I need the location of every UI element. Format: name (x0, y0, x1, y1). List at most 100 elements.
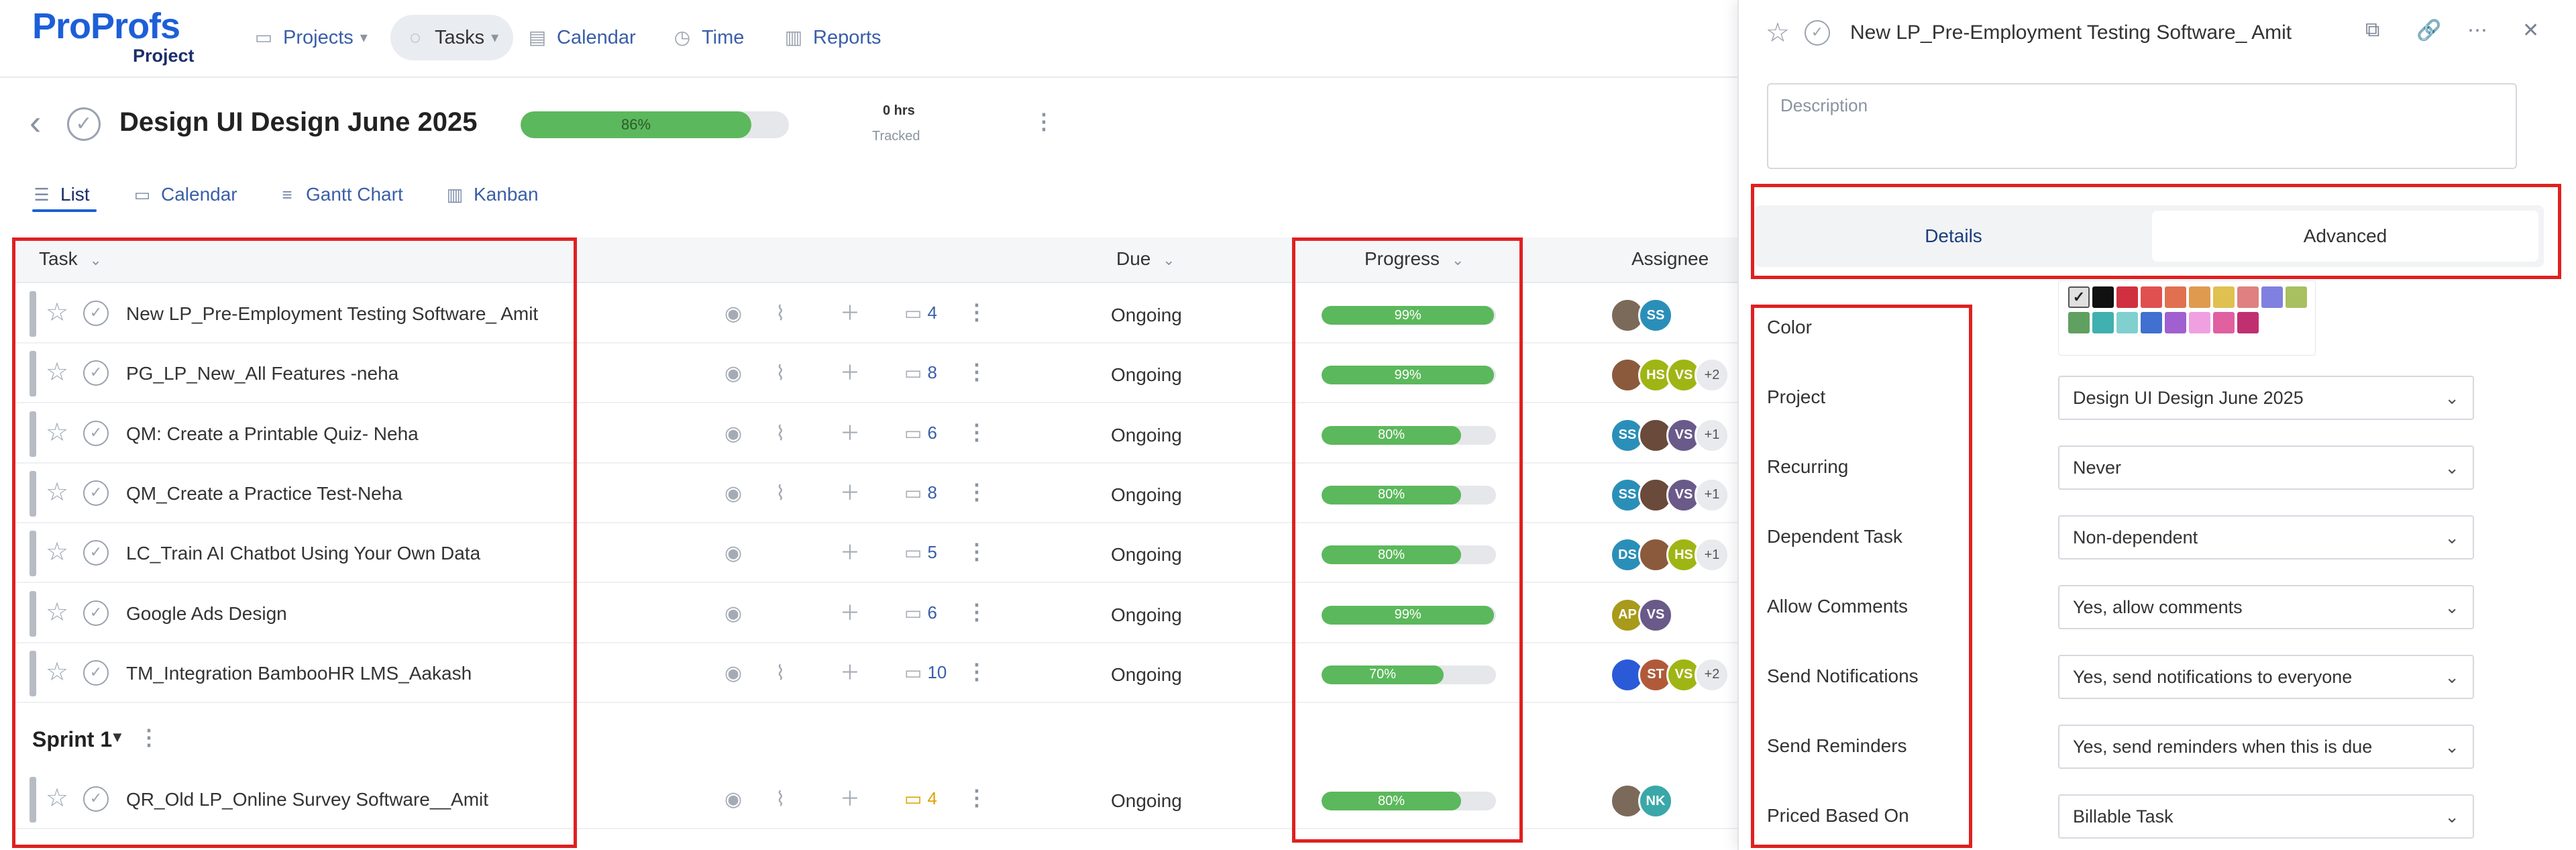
project-more-icon[interactable]: ⋮ (1033, 109, 1055, 134)
paperclip-icon[interactable]: ⌇ (775, 660, 786, 687)
tab-calendar[interactable]: ▭ Calendar (133, 180, 237, 209)
assignee-avatars[interactable]: NK (1610, 784, 1673, 818)
caret-down-icon[interactable]: ▼ (110, 729, 125, 746)
complete-task-check-icon[interactable]: ✓ (83, 301, 109, 326)
description-field[interactable]: Description (1767, 83, 2517, 169)
complete-task-check-icon[interactable]: ✓ (83, 360, 109, 386)
paperclip-icon[interactable]: ⌇ (775, 301, 786, 327)
project-complete-check-icon[interactable]: ✓ (67, 107, 101, 141)
color-swatch[interactable] (2068, 312, 2090, 333)
assignee-avatars[interactable]: SS VS +1 (1610, 417, 1729, 453)
color-swatch[interactable] (2189, 286, 2210, 308)
assignee-avatars[interactable]: AP VS (1610, 597, 1673, 633)
row-more-icon[interactable]: ⋮ (966, 419, 987, 445)
drag-handle[interactable] (30, 531, 36, 577)
drag-handle[interactable] (30, 470, 36, 517)
table-row[interactable]: ☆ ✓ LC_Train AI Chatbot Using Your Own D… (13, 524, 1744, 584)
avatar[interactable]: NK (1638, 784, 1673, 818)
drag-handle[interactable] (30, 590, 36, 637)
color-swatch[interactable] (2213, 286, 2235, 308)
add-subtask-icon[interactable]: ＋ (840, 360, 860, 387)
tab-list[interactable]: ☰ List (32, 180, 89, 209)
column-header-task[interactable]: Task ⌄ (39, 248, 102, 270)
more-assignees-badge[interactable]: +1 (1695, 477, 1729, 513)
row-more-icon[interactable]: ⋮ (966, 299, 987, 325)
tab-details[interactable]: Details (1760, 211, 2147, 262)
complete-task-check-icon[interactable]: ✓ (83, 420, 109, 446)
tab-gantt-chart[interactable]: ≡ Gantt Chart (278, 180, 402, 209)
star-icon[interactable]: ☆ (1766, 17, 1790, 48)
color-swatch[interactable] (2165, 286, 2186, 308)
color-swatch[interactable] (2116, 312, 2138, 333)
avatar[interactable]: VS (1638, 597, 1673, 633)
paperclip-icon[interactable]: ⌇ (775, 360, 786, 387)
star-icon[interactable]: ☆ (46, 599, 68, 626)
color-swatch[interactable] (2141, 312, 2162, 333)
dependent-task-select[interactable]: Non-dependent ⌄ (2058, 515, 2474, 560)
star-icon[interactable]: ☆ (46, 539, 68, 566)
color-swatch[interactable] (2213, 312, 2235, 333)
star-icon[interactable]: ☆ (46, 419, 68, 446)
drag-handle[interactable] (30, 650, 36, 696)
color-swatch[interactable] (2116, 286, 2138, 308)
recurring-select[interactable]: Never ⌄ (2058, 445, 2474, 490)
tab-kanban[interactable]: ▥ Kanban (445, 180, 539, 209)
color-swatch-selected[interactable]: ✓ (2068, 286, 2090, 308)
eye-icon[interactable]: ◉ (724, 360, 742, 387)
task-name[interactable]: Google Ads Design (126, 603, 287, 625)
task-name[interactable]: QM_Create a Practice Test-Neha (126, 483, 402, 504)
assignee-avatars[interactable]: HS VS +2 (1610, 358, 1729, 393)
column-header-due[interactable]: Due ⌄ (1116, 248, 1175, 270)
sprint-group-header[interactable]: Sprint 1 ▼ ⋮ (13, 708, 1744, 770)
color-swatch[interactable] (2165, 312, 2186, 333)
tab-advanced[interactable]: Advanced (2152, 211, 2538, 262)
task-name[interactable]: QR_Old LP_Online Survey Software__Amit (126, 789, 488, 810)
drag-handle[interactable] (30, 777, 36, 822)
eye-icon[interactable]: ◉ (724, 540, 742, 567)
column-header-progress[interactable]: Progress ⌄ (1364, 248, 1464, 270)
panel-task-title[interactable]: New LP_Pre-Employment Testing Software_ … (1850, 21, 2292, 44)
assignee-avatars[interactable]: ST VS +2 (1610, 657, 1729, 692)
add-subtask-icon[interactable]: ＋ (840, 786, 860, 813)
color-swatch[interactable] (2237, 312, 2259, 333)
more-assignees-badge[interactable]: +2 (1695, 657, 1729, 692)
star-icon[interactable]: ☆ (46, 785, 68, 812)
comments-count[interactable]: ▭ 4 (904, 302, 937, 324)
task-name[interactable]: PG_LP_New_All Features -neha (126, 363, 398, 384)
color-swatch[interactable] (2141, 286, 2162, 308)
table-row[interactable]: ☆ ✓ QR_Old LP_Online Survey Software__Am… (13, 770, 1744, 829)
nav-time[interactable]: ◷ Time (657, 15, 759, 60)
allow-comments-select[interactable]: Yes, allow comments ⌄ (2058, 585, 2474, 629)
row-more-icon[interactable]: ⋮ (966, 599, 987, 625)
eye-icon[interactable]: ◉ (724, 421, 742, 447)
table-row[interactable]: ☆ ✓ TM_Integration BambooHR LMS_Aakash ◉… (13, 643, 1744, 703)
add-subtask-icon[interactable]: ＋ (840, 600, 860, 627)
color-swatch[interactable] (2189, 312, 2210, 333)
star-icon[interactable]: ☆ (46, 359, 68, 386)
task-name[interactable]: TM_Integration BambooHR LMS_Aakash (126, 663, 472, 684)
eye-icon[interactable]: ◉ (724, 301, 742, 327)
more-assignees-badge[interactable]: +2 (1695, 358, 1729, 393)
close-icon[interactable]: ✕ (2522, 19, 2539, 42)
table-row[interactable]: ☆ ✓ QM: Create a Printable Quiz- Neha ◉ … (13, 404, 1744, 464)
priced-based-on-select[interactable]: Billable Task ⌄ (2058, 794, 2474, 839)
add-subtask-icon[interactable]: ＋ (840, 660, 860, 687)
proprofs-logo[interactable]: ProProfs Project (32, 7, 200, 67)
complete-task-check-icon[interactable]: ✓ (83, 786, 109, 812)
complete-task-check-icon[interactable]: ✓ (83, 540, 109, 566)
table-row[interactable]: ☆ ✓ PG_LP_New_All Features -neha ◉ ⌇ ＋ ▭… (13, 344, 1744, 404)
complete-task-check-icon[interactable]: ✓ (83, 600, 109, 626)
row-more-icon[interactable]: ⋮ (966, 479, 987, 504)
eye-icon[interactable]: ◉ (724, 660, 742, 687)
comments-count[interactable]: ▭ 6 (904, 602, 937, 624)
comments-count[interactable]: ▭ 10 (904, 661, 947, 684)
more-assignees-badge[interactable]: +1 (1695, 537, 1729, 573)
more-assignees-badge[interactable]: +1 (1695, 417, 1729, 453)
color-swatch[interactable] (2092, 312, 2114, 333)
complete-task-check-icon[interactable]: ✓ (1805, 20, 1830, 46)
more-options-icon[interactable]: ⋯ (2467, 19, 2487, 42)
comments-count[interactable]: ▭ 6 (904, 422, 937, 444)
table-row[interactable]: ☆ ✓ Google Ads Design ◉ ＋ ▭ 6 ⋮ Ongoing … (13, 584, 1744, 643)
comments-count[interactable]: ▭ 5 (904, 541, 937, 564)
task-name[interactable]: New LP_Pre-Employment Testing Software_ … (126, 303, 538, 325)
